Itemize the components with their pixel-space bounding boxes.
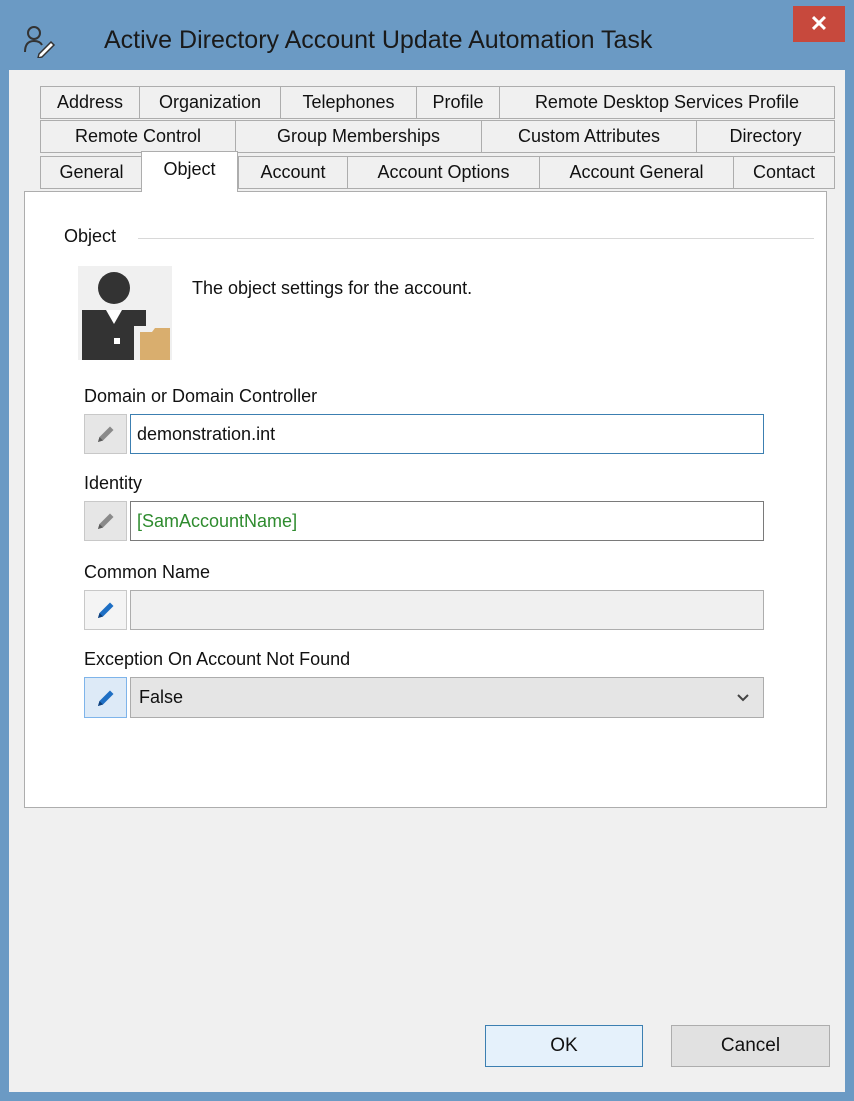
tab-label: General bbox=[59, 162, 124, 182]
pencil-icon bbox=[97, 690, 113, 706]
tab-telephones[interactable]: Telephones bbox=[280, 86, 417, 119]
tab-label: Custom Attributes bbox=[517, 126, 661, 146]
close-icon: ✕ bbox=[809, 11, 829, 36]
exception-edit-button[interactable] bbox=[84, 677, 127, 718]
user-edit-icon bbox=[24, 26, 56, 58]
tab-general[interactable]: General bbox=[40, 156, 143, 189]
tab-custom-attributes[interactable]: Custom Attributes bbox=[481, 120, 697, 153]
domain-edit-button[interactable] bbox=[84, 414, 127, 454]
tab-remote-control[interactable]: Remote Control bbox=[40, 120, 236, 153]
close-button[interactable]: ✕ bbox=[793, 6, 845, 42]
user-folder-icon bbox=[78, 266, 172, 360]
domain-field-label: Domain or Domain Controller bbox=[84, 386, 318, 406]
tab-account-options[interactable]: Account Options bbox=[347, 156, 540, 189]
tab-organization[interactable]: Organization bbox=[139, 86, 281, 119]
tab-profile[interactable]: Profile bbox=[416, 86, 500, 119]
tab-label: Remote Desktop Services Profile bbox=[534, 92, 800, 112]
tab-address[interactable]: Address bbox=[40, 86, 140, 119]
tab-account-general[interactable]: Account General bbox=[539, 156, 734, 189]
exception-select-value: False bbox=[139, 687, 184, 707]
tab-label: Remote Control bbox=[74, 126, 202, 146]
tab-label: Directory bbox=[729, 126, 802, 146]
tab-contact[interactable]: Contact bbox=[733, 156, 835, 189]
identity-input[interactable]: [SamAccountName] bbox=[130, 501, 764, 541]
tab-label: Group Memberships bbox=[276, 126, 441, 146]
exception-select[interactable]: False bbox=[130, 677, 764, 718]
domain-input-value: demonstration.int bbox=[137, 423, 276, 444]
tab-object[interactable]: Object bbox=[141, 151, 238, 192]
chevron-down-icon bbox=[737, 694, 749, 702]
window-title: Active Directory Account Update Automati… bbox=[104, 26, 653, 54]
object-group-label: Object bbox=[64, 226, 117, 246]
object-description: The object settings for the account. bbox=[192, 278, 473, 298]
tab-label: Organization bbox=[158, 92, 262, 112]
tab-account[interactable]: Account bbox=[238, 156, 348, 189]
pencil-icon bbox=[97, 513, 113, 529]
ok-button[interactable]: OK bbox=[485, 1025, 643, 1067]
common-name-field-label: Common Name bbox=[84, 562, 211, 582]
cancel-button[interactable]: Cancel bbox=[671, 1025, 830, 1067]
title-bar: Active Directory Account Update Automati… bbox=[0, 0, 854, 80]
identity-field-label: Identity bbox=[84, 473, 143, 493]
cancel-button-label: Cancel bbox=[720, 1035, 781, 1056]
tab-directory[interactable]: Directory bbox=[696, 120, 835, 153]
common-name-edit-button[interactable] bbox=[84, 590, 127, 630]
tab-label: Account Options bbox=[377, 162, 510, 182]
tab-label: Profile bbox=[432, 92, 484, 112]
pencil-icon bbox=[97, 602, 113, 618]
tab-label: Telephones bbox=[302, 92, 395, 112]
pencil-icon bbox=[97, 426, 113, 442]
tab-label: Object bbox=[163, 159, 216, 179]
tab-group-memberships[interactable]: Group Memberships bbox=[235, 120, 482, 153]
tab-label: Account bbox=[260, 162, 326, 182]
group-divider bbox=[138, 238, 814, 239]
tab-label: Contact bbox=[752, 162, 816, 182]
dialog-window: Active Directory Account Update Automati… bbox=[0, 0, 854, 1101]
exception-field-label: Exception On Account Not Found bbox=[84, 649, 351, 669]
tab-remote-desktop-services-profile[interactable]: Remote Desktop Services Profile bbox=[499, 86, 835, 119]
domain-input[interactable]: demonstration.int bbox=[130, 414, 764, 454]
ok-button-label: OK bbox=[550, 1035, 578, 1056]
identity-edit-button[interactable] bbox=[84, 501, 127, 541]
tab-label: Account General bbox=[569, 162, 704, 182]
identity-input-value: [SamAccountName] bbox=[137, 510, 298, 531]
tab-label: Address bbox=[56, 92, 124, 112]
common-name-input[interactable] bbox=[130, 590, 764, 630]
